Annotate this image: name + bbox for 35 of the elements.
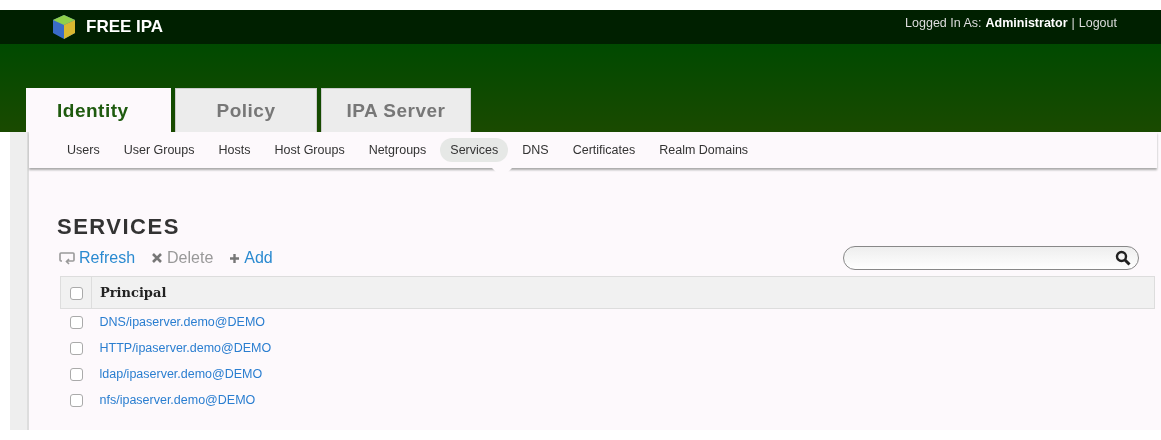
- nav-link[interactable]: Host Groups: [264, 138, 355, 162]
- user-name: Administrator: [985, 16, 1068, 30]
- logged-in-label: Logged In As:: [905, 16, 982, 30]
- nav-link[interactable]: Users: [57, 138, 110, 162]
- logout-link[interactable]: Logout: [1078, 16, 1117, 30]
- tab[interactable]: Policy: [175, 88, 317, 132]
- action-link[interactable]: Add: [229, 249, 273, 267]
- refresh-icon: [59, 251, 75, 265]
- action-link[interactable]: Refresh: [59, 249, 136, 267]
- checkbox[interactable]: [69, 287, 83, 300]
- checkbox[interactable]: [69, 368, 83, 382]
- principal-link[interactable]: DNS/ipaserver.demo@DEMO: [99, 315, 265, 329]
- brand-name: FREE IPA: [86, 17, 164, 37]
- checkbox[interactable]: [69, 342, 83, 356]
- close-icon: [151, 252, 164, 264]
- search-field[interactable]: [843, 246, 1139, 270]
- principal-link[interactable]: HTTP/ipaserver.demo@DEMO: [99, 341, 272, 355]
- separator: |: [1071, 16, 1075, 30]
- column-header: Principal: [91, 276, 1155, 309]
- plus-icon: [229, 252, 241, 264]
- nav-link[interactable]: User Groups: [113, 138, 205, 162]
- principal-link[interactable]: ldap/ipaserver.demo@DEMO: [99, 367, 263, 381]
- nav-link[interactable]: Netgroups: [358, 138, 437, 162]
- tab[interactable]: Identity: [26, 88, 171, 132]
- cube-logo-icon: [52, 14, 76, 40]
- page-title: SERVICES: [57, 214, 181, 240]
- nav-link[interactable]: DNS: [512, 138, 559, 162]
- nav-link[interactable]: Certificates: [562, 138, 646, 162]
- checkbox[interactable]: [69, 394, 83, 408]
- nav-link[interactable]: Hosts: [208, 138, 261, 162]
- principal-link[interactable]: nfs/ipaserver.demo@DEMO: [99, 393, 256, 407]
- search-icon[interactable]: [1115, 250, 1131, 266]
- checkbox[interactable]: [69, 316, 83, 330]
- nav-link[interactable]: Realm Domains: [649, 138, 759, 162]
- tab[interactable]: IPA Server: [321, 88, 471, 132]
